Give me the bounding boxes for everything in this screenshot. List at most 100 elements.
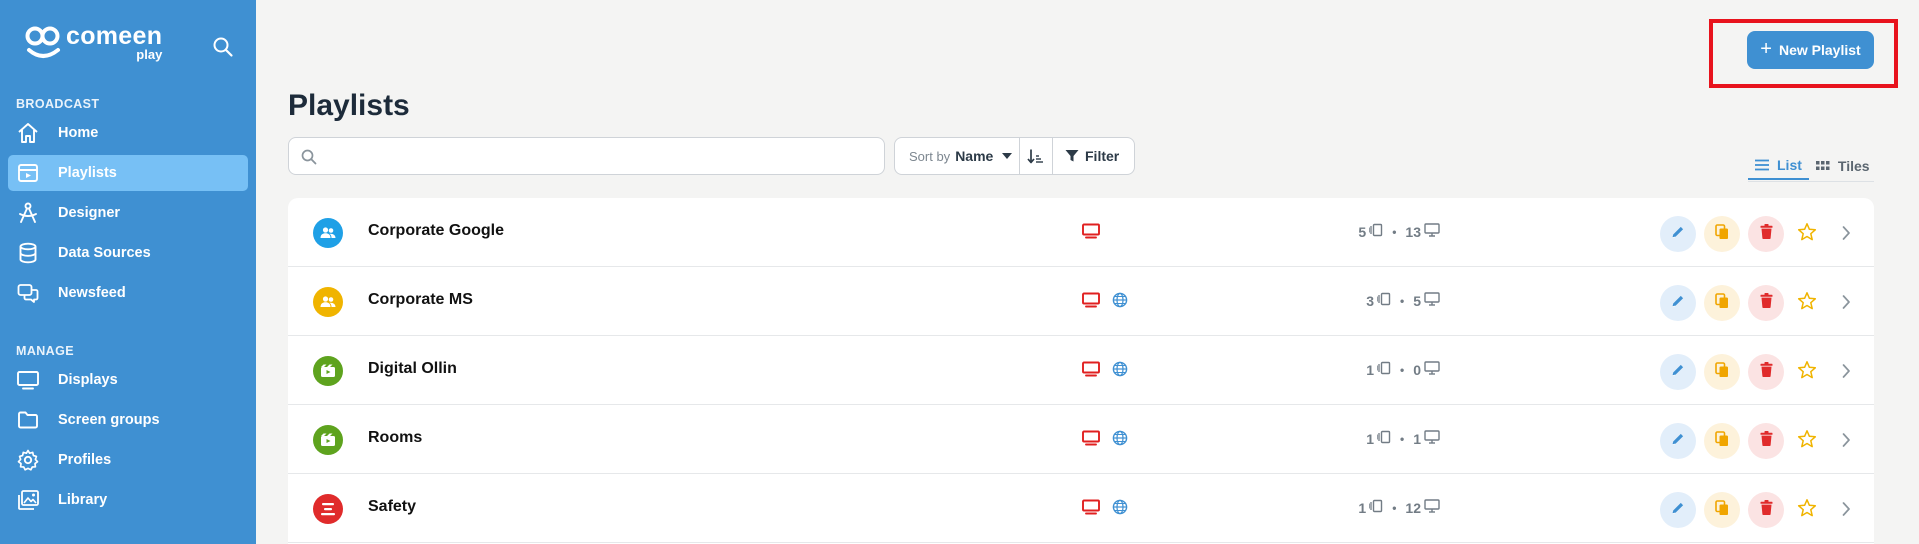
edit-button[interactable]	[1660, 492, 1696, 528]
duplicate-button[interactable]	[1704, 216, 1740, 252]
table-row[interactable]: Digital Ollin 1 • 0	[288, 336, 1874, 405]
duplicate-button[interactable]	[1704, 492, 1740, 528]
chevron-right-icon[interactable]	[1841, 432, 1851, 453]
delete-button[interactable]	[1748, 423, 1784, 459]
display-icon	[1421, 499, 1440, 516]
new-playlist-button[interactable]: + New Playlist	[1747, 31, 1874, 69]
star-icon[interactable]	[1797, 222, 1817, 247]
slides-count: 5	[1358, 223, 1367, 240]
tab-list-label: List	[1777, 157, 1802, 173]
sort-filter-group: Sort by Name Filter	[894, 137, 1135, 175]
pencil-icon	[1671, 294, 1685, 313]
playlist-table: Corporate Google 5 • 13 Corporate MS 3 • 5 Digit…	[288, 198, 1874, 544]
sidebar-item-label: Designer	[58, 205, 121, 221]
search-icon[interactable]	[212, 36, 234, 58]
globe-icon	[1112, 499, 1128, 520]
sidebar: comeen play BROADCAST Home Playlists Des…	[0, 0, 256, 544]
playlist-name: Corporate MS	[368, 291, 473, 308]
chevron-right-icon[interactable]	[1841, 294, 1851, 315]
sidebar-item-home[interactable]: Home	[8, 115, 248, 151]
display-icon	[17, 371, 39, 390]
designer-icon	[19, 202, 37, 223]
globe-icon	[1112, 292, 1128, 313]
trash-icon	[1760, 362, 1773, 382]
edit-button[interactable]	[1660, 216, 1696, 252]
caret-down-icon	[1002, 153, 1013, 159]
sort-by-label: Sort by	[909, 148, 951, 164]
display-icon	[1421, 292, 1440, 309]
pencil-icon	[1671, 501, 1685, 520]
globe-icon	[1112, 430, 1128, 451]
sort-direction-button[interactable]	[1020, 138, 1053, 174]
separator-dot: •	[1392, 224, 1397, 239]
slides-icon	[1366, 223, 1383, 240]
edit-button[interactable]	[1660, 285, 1696, 321]
displays-count: 5	[1413, 292, 1421, 309]
media-icon	[313, 425, 343, 455]
playlist-counts: 1 • 0	[1366, 361, 1440, 378]
search-field[interactable]	[288, 137, 885, 175]
star-icon[interactable]	[1797, 360, 1817, 385]
star-icon[interactable]	[1797, 429, 1817, 454]
star-icon[interactable]	[1797, 498, 1817, 523]
sidebar-item-displays[interactable]: Displays	[8, 362, 248, 398]
screen-icon	[1082, 223, 1100, 244]
sort-select[interactable]: Sort by Name	[895, 138, 1020, 174]
table-row[interactable]: Corporate Google 5 • 13	[288, 198, 1874, 267]
chevron-right-icon[interactable]	[1841, 225, 1851, 246]
table-row[interactable]: Safety 1 • 12	[288, 474, 1874, 543]
sidebar-item-designer[interactable]: Designer	[8, 195, 248, 231]
duplicate-button[interactable]	[1704, 285, 1740, 321]
table-row[interactable]: Rooms 1 • 1	[288, 405, 1874, 474]
chevron-right-icon[interactable]	[1841, 501, 1851, 522]
comeen-logo-icon	[25, 26, 60, 58]
sidebar-item-label: Library	[58, 492, 108, 508]
filter-button[interactable]: Filter	[1053, 138, 1134, 174]
sidebar-item-screen-groups[interactable]: Screen groups	[8, 402, 248, 438]
sidebar-item-data-sources[interactable]: Data Sources	[8, 235, 248, 271]
tab-tiles[interactable]: Tiles	[1809, 152, 1877, 180]
delete-button[interactable]	[1748, 492, 1784, 528]
comeen-logo[interactable]: comeen play	[24, 24, 162, 62]
sidebar-item-label: Profiles	[58, 452, 112, 468]
delete-button[interactable]	[1748, 354, 1784, 390]
users-icon	[313, 218, 343, 248]
trash-icon	[1760, 224, 1773, 244]
sidebar-item-playlists[interactable]: Playlists	[8, 155, 248, 191]
grid-icon	[1815, 161, 1830, 170]
view-tabs: List Tiles	[1748, 152, 1877, 182]
playlist-counts: 5 • 13	[1358, 223, 1440, 240]
sidebar-item-label: Home	[58, 125, 99, 141]
star-icon[interactable]	[1797, 291, 1817, 316]
separator-dot: •	[1400, 431, 1405, 446]
chevron-right-icon[interactable]	[1841, 363, 1851, 384]
edit-button[interactable]	[1660, 423, 1696, 459]
sidebar-item-label: Playlists	[58, 165, 117, 181]
slides-count: 1	[1358, 499, 1367, 516]
screen-icon	[1082, 430, 1100, 451]
duplicate-button[interactable]	[1704, 423, 1740, 459]
displays-count: 12	[1405, 499, 1421, 516]
search-input[interactable]	[325, 144, 875, 168]
screen-icon	[1082, 361, 1100, 382]
delete-button[interactable]	[1748, 285, 1784, 321]
table-row[interactable]: Corporate MS 3 • 5	[288, 267, 1874, 336]
trash-icon	[1760, 500, 1773, 520]
separator-dot: •	[1400, 293, 1405, 308]
edit-button[interactable]	[1660, 354, 1696, 390]
sidebar-item-newsfeed[interactable]: Newsfeed	[8, 275, 248, 311]
sidebar-item-profiles[interactable]: Profiles	[8, 442, 248, 478]
sidebar-item-library[interactable]: Library	[8, 482, 248, 518]
displays-count: 1	[1413, 430, 1421, 447]
slides-icon	[1374, 430, 1391, 447]
playlist-name: Rooms	[368, 429, 423, 446]
copy-icon	[1715, 499, 1729, 521]
tab-list[interactable]: List	[1748, 152, 1809, 180]
playlist-counts: 3 • 5	[1366, 292, 1440, 309]
users-icon	[313, 287, 343, 317]
filter-label: Filter	[1085, 148, 1120, 164]
duplicate-button[interactable]	[1704, 354, 1740, 390]
delete-button[interactable]	[1748, 216, 1784, 252]
display-icon	[1421, 361, 1440, 378]
displays-count: 13	[1405, 223, 1421, 240]
